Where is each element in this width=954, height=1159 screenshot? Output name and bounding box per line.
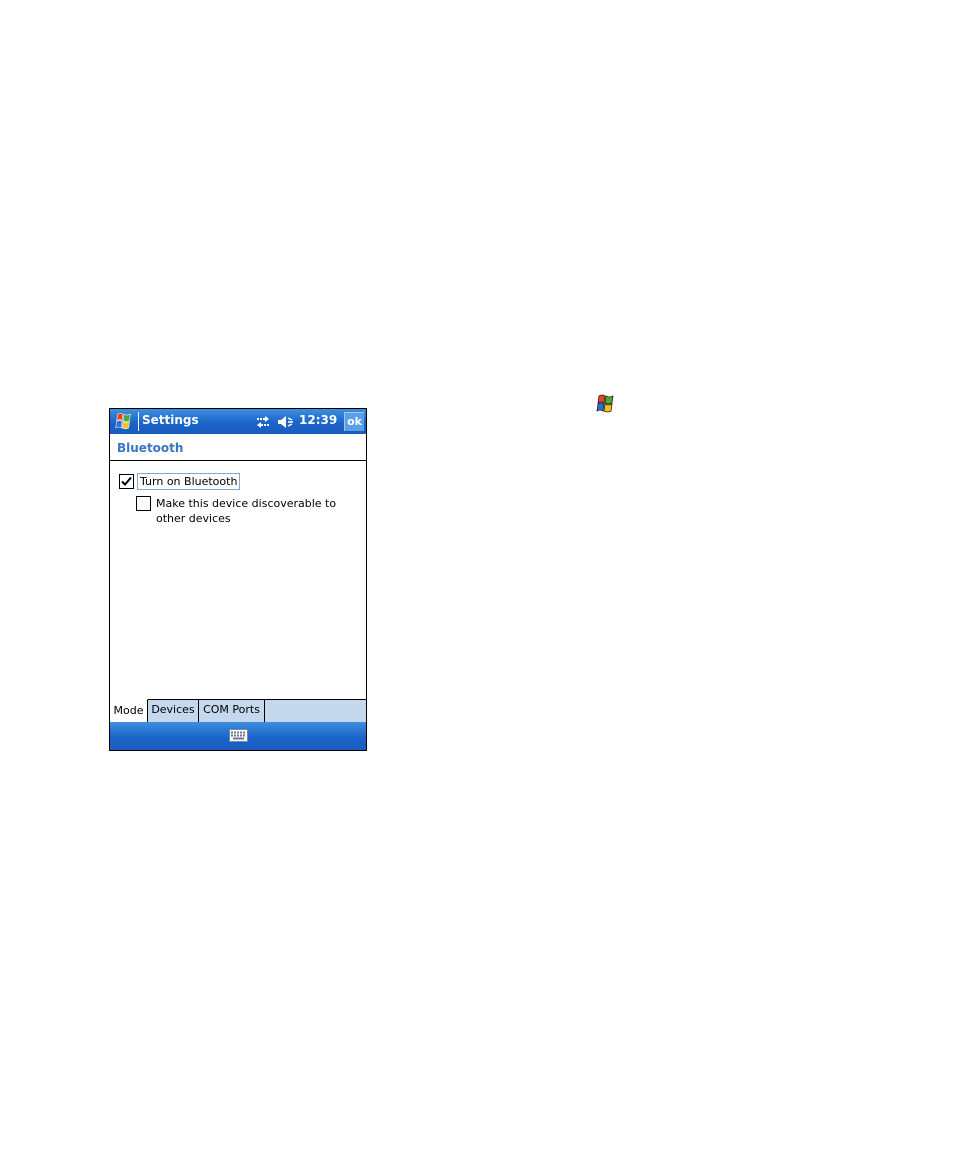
ok-button[interactable]: ok — [344, 412, 364, 431]
title-bar: Settings 12:39 ok — [110, 409, 366, 434]
discoverable-checkbox[interactable] — [136, 496, 151, 511]
tab-devices[interactable]: Devices — [148, 699, 199, 722]
device-screen: Settings 12:39 ok Bluetooth Turn on Blue… — [109, 408, 367, 751]
app-title: Settings — [142, 413, 199, 427]
page-title: Bluetooth — [117, 441, 184, 455]
windows-flag-icon — [594, 393, 618, 415]
start-button[interactable] — [111, 410, 137, 433]
content-area: Turn on Bluetooth Make this device disco… — [110, 461, 366, 699]
menu-bar — [110, 722, 366, 750]
windows-flag-icon — [115, 412, 131, 430]
tab-strip: Mode Devices COM Ports — [110, 699, 366, 722]
bluetooth-on-checkbox[interactable] — [119, 474, 134, 489]
page-header: Bluetooth — [110, 434, 366, 461]
tab-com-ports[interactable]: COM Ports — [199, 699, 265, 722]
bluetooth-on-label[interactable]: Turn on Bluetooth — [137, 473, 241, 490]
discoverable-label[interactable]: Make this device discoverable to other d… — [156, 496, 360, 526]
tab-mode[interactable]: Mode — [110, 699, 148, 722]
title-separator — [138, 412, 139, 431]
speaker-muted-icon[interactable] — [277, 414, 294, 430]
keyboard-icon[interactable] — [229, 727, 248, 744]
clock[interactable]: 12:39 — [299, 413, 337, 427]
checkmark-icon — [121, 476, 132, 486]
connectivity-arrows-icon[interactable] — [255, 414, 271, 430]
